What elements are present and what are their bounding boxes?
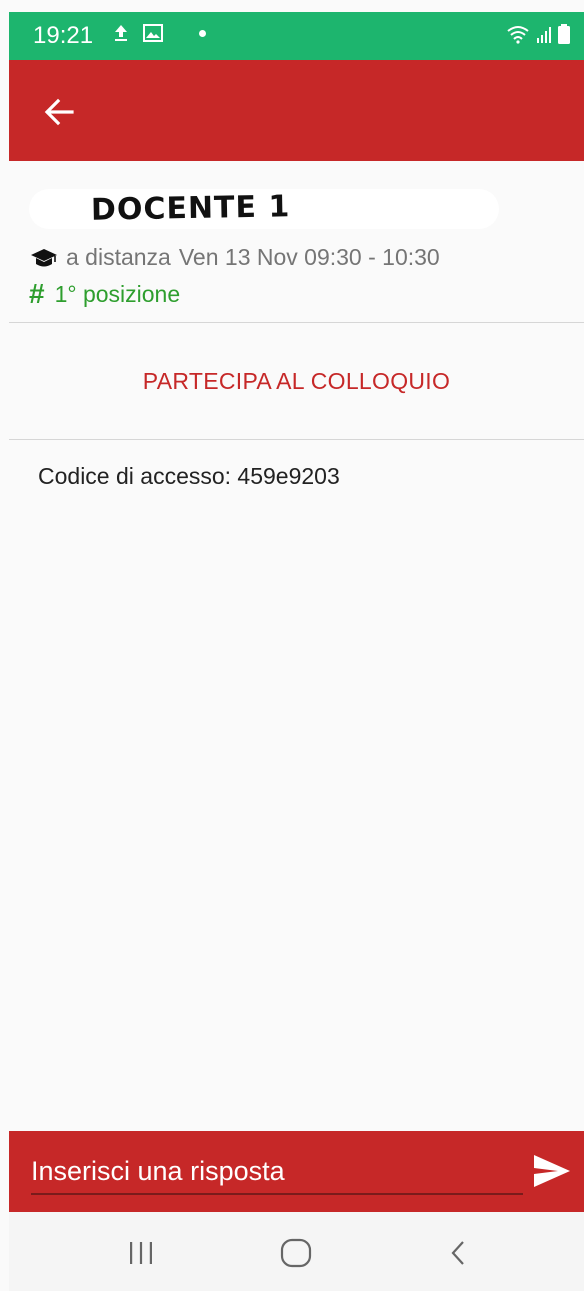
send-button[interactable]: [532, 1153, 572, 1189]
teacher-header: DOCENTE 1: [9, 185, 584, 235]
status-bar: 19:21: [9, 12, 584, 60]
system-nav-bar: [9, 1212, 584, 1291]
hash-icon: #: [29, 278, 45, 309]
access-code: Codice di accesso: 459e9203: [38, 463, 340, 489]
recent-apps-button[interactable]: [121, 1236, 161, 1270]
meeting-mode: a distanza: [66, 244, 171, 270]
reply-input[interactable]: [31, 1149, 523, 1195]
status-icons-left: [113, 24, 206, 42]
meeting-meta: a distanza Ven 13 Nov 09:30 - 10:30: [30, 244, 440, 271]
back-nav-button[interactable]: [439, 1236, 479, 1270]
home-icon: [280, 1238, 312, 1268]
graduation-cap-icon: [31, 248, 57, 266]
teacher-name: DOCENTE 1: [90, 189, 291, 228]
queue-position: # 1° posizione: [29, 280, 180, 308]
notification-dot-icon: [199, 29, 206, 37]
position-label: 1° posizione: [54, 280, 181, 307]
gallery-icon: [143, 24, 163, 42]
app-bar: [9, 60, 584, 161]
divider-top: [9, 322, 584, 323]
recent-apps-icon: [130, 1242, 152, 1264]
home-button[interactable]: [276, 1236, 316, 1270]
screen: 19:21 DOCENTE 1 a distanza Ven 13 Nov 09…: [0, 0, 584, 1291]
join-meeting-label: PARTECIPA AL COLLOQUIO: [142, 368, 451, 394]
reply-bar: [9, 1131, 584, 1212]
back-arrow-icon: [44, 98, 74, 126]
back-button[interactable]: [39, 92, 79, 132]
wifi-icon: [507, 26, 529, 44]
back-nav-icon: [451, 1241, 464, 1265]
status-icons-right: [506, 24, 570, 44]
upload-icon: [115, 25, 127, 41]
meeting-datetime: Ven 13 Nov 09:30 - 10:30: [178, 244, 440, 270]
battery-icon: [558, 24, 570, 44]
divider-bottom: [9, 439, 584, 440]
signal-icon: [537, 27, 551, 43]
send-icon: [534, 1155, 570, 1187]
join-meeting-button[interactable]: PARTECIPA AL COLLOQUIO: [9, 324, 584, 439]
status-time: 19:21: [33, 22, 94, 49]
